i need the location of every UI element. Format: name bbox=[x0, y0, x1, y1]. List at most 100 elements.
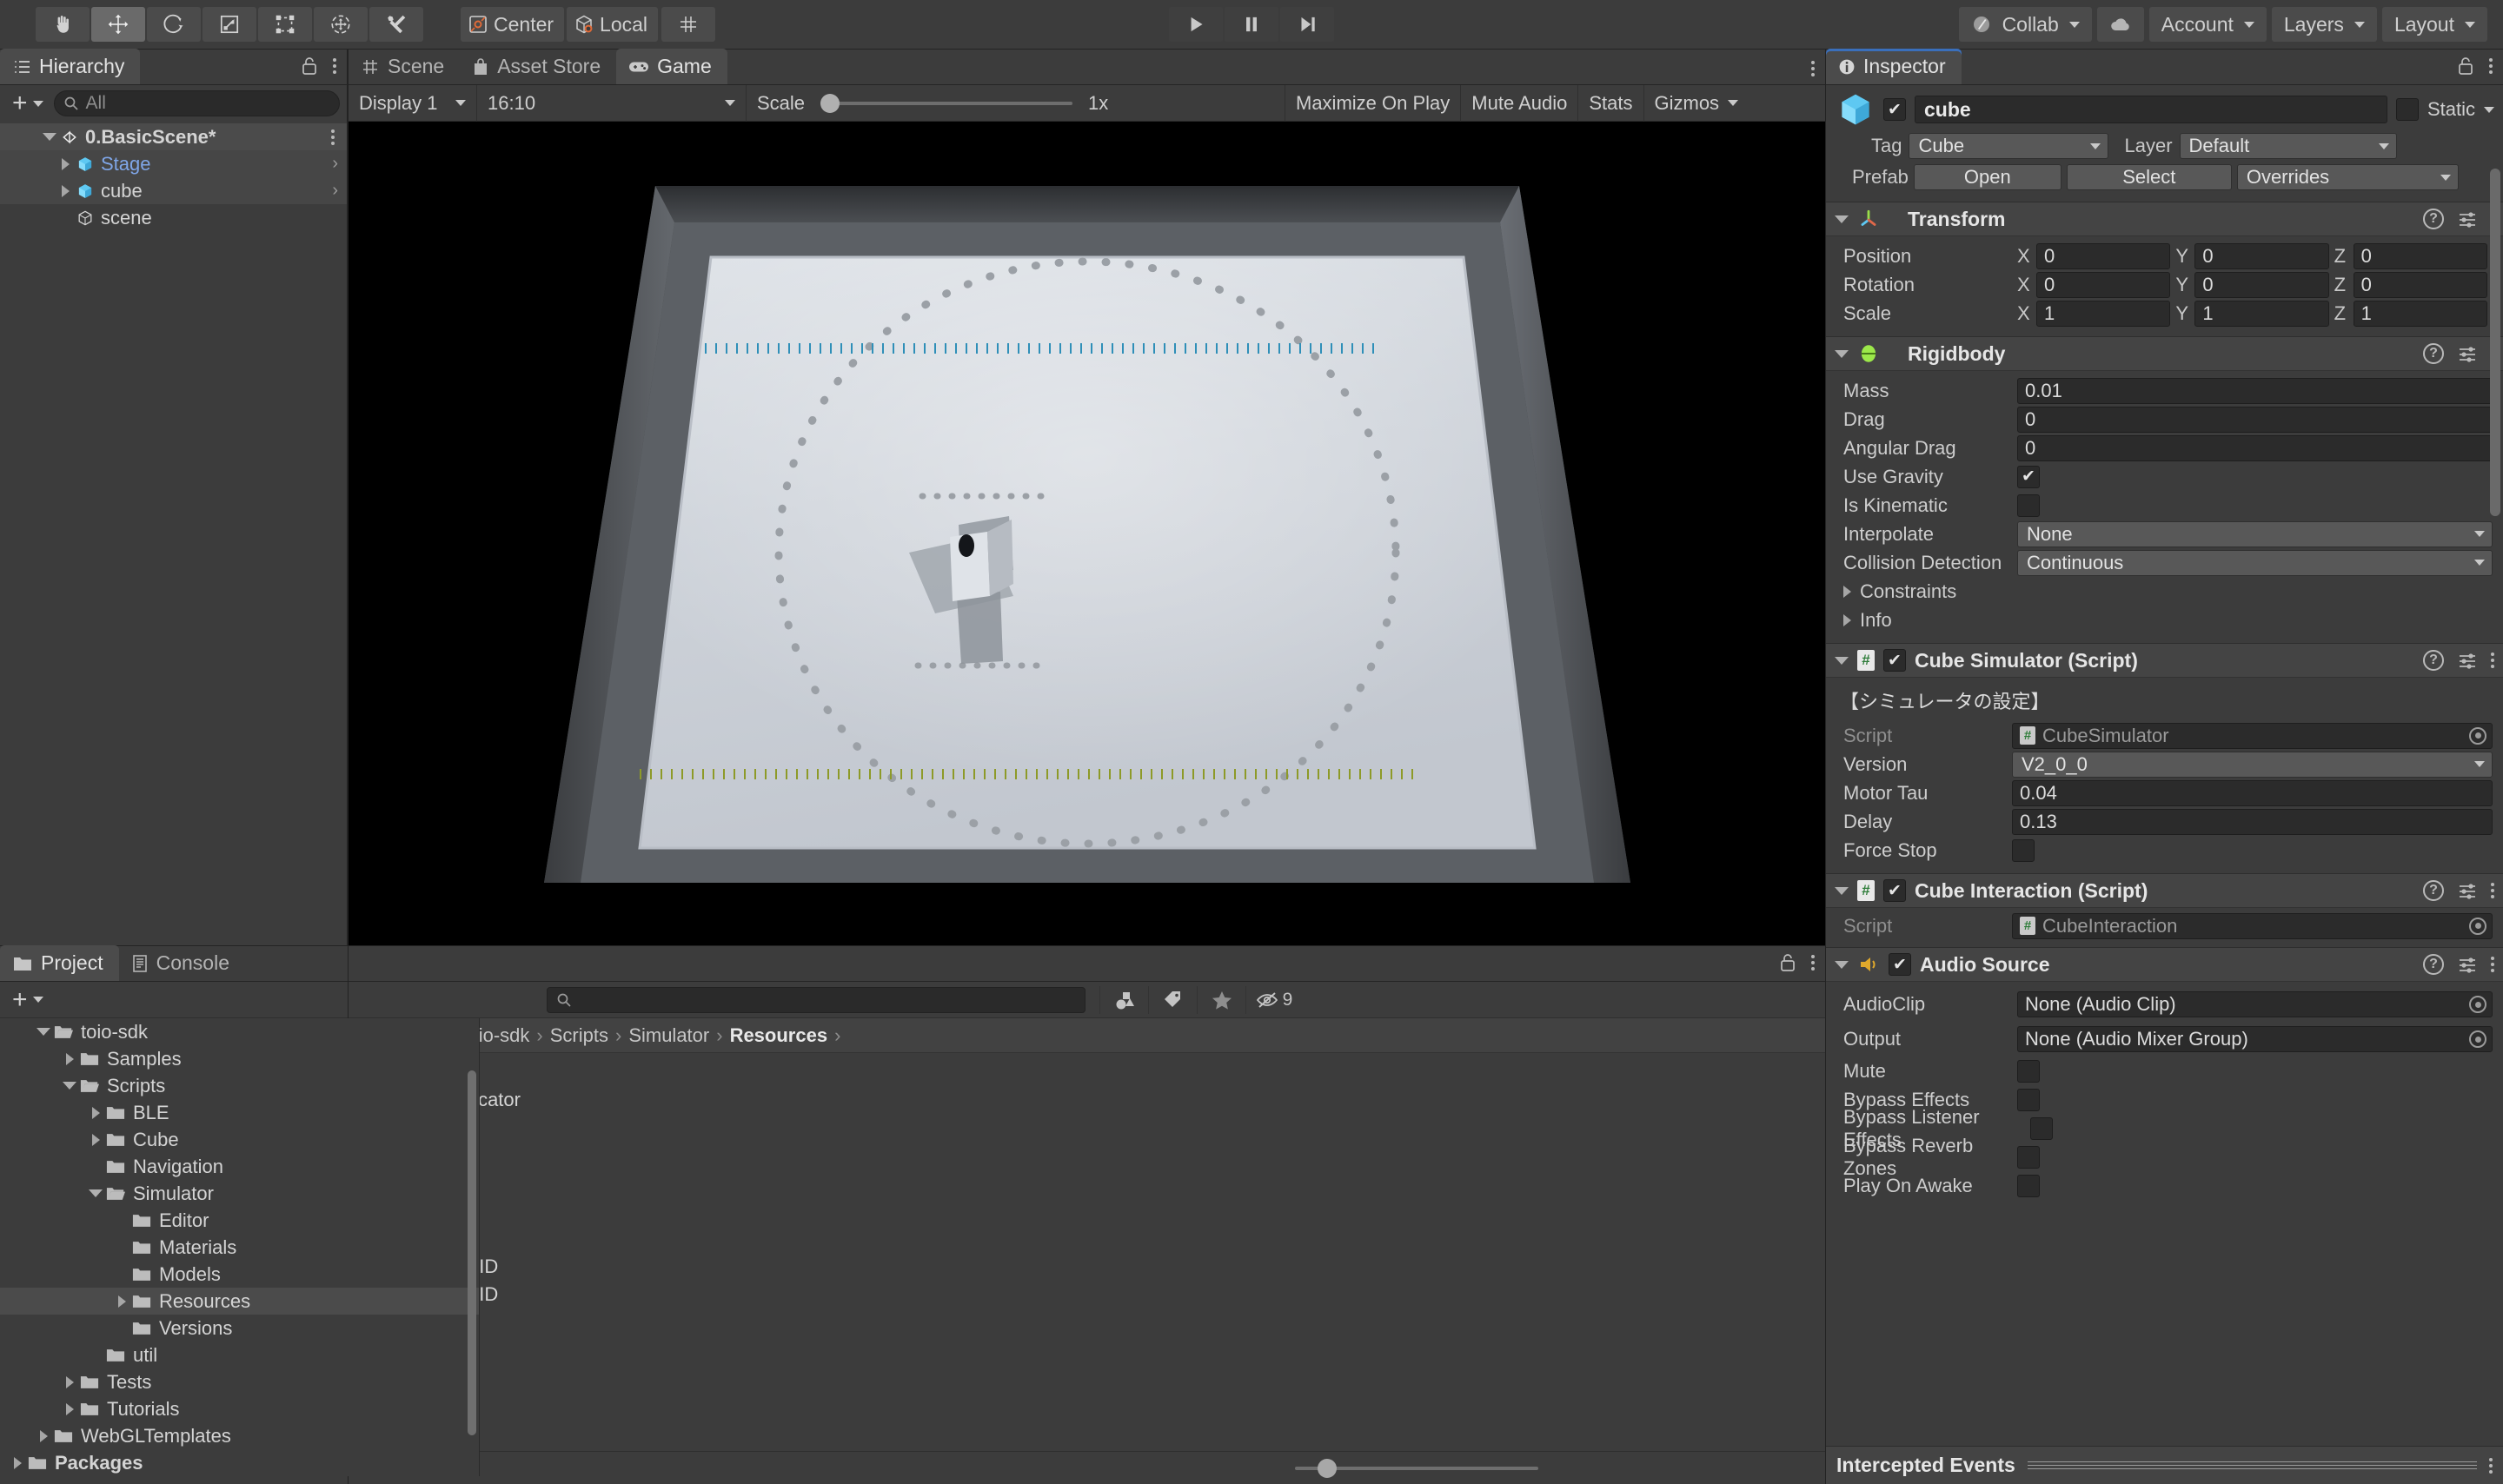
cube-interaction-header[interactable]: # Cube Interaction (Script) ? bbox=[1826, 873, 2503, 908]
collapse-arrow-icon[interactable] bbox=[1835, 215, 1849, 223]
expand-arrow-icon[interactable] bbox=[118, 1295, 126, 1308]
drag-field[interactable]: 0 bbox=[2017, 407, 2493, 433]
pivot-mode-button[interactable]: Center bbox=[461, 7, 564, 42]
scale-slider[interactable] bbox=[820, 102, 1072, 105]
project-menu-icon[interactable] bbox=[1811, 955, 1815, 971]
prefab-select-button[interactable]: Select bbox=[2067, 164, 2232, 190]
script-object-field[interactable]: # CubeSimulator bbox=[2012, 723, 2493, 749]
scale-y-field[interactable]: 1 bbox=[2194, 301, 2328, 327]
project-tree-item[interactable]: Samples bbox=[0, 1045, 479, 1072]
prefab-overrides-dropdown[interactable]: Overrides bbox=[2237, 164, 2459, 190]
scale-x-field[interactable]: 1 bbox=[2036, 301, 2170, 327]
position-x-field[interactable]: 0 bbox=[2036, 243, 2170, 269]
rigidbody-header[interactable]: Rigidbody ? bbox=[1826, 336, 2503, 371]
expand-arrow-icon[interactable] bbox=[1843, 586, 1851, 598]
expand-arrow-icon[interactable] bbox=[66, 1403, 74, 1415]
project-tree-item[interactable]: BLE bbox=[0, 1099, 479, 1126]
asset-item[interactable]: Stage bbox=[349, 1225, 1825, 1253]
expand-arrow-icon[interactable] bbox=[66, 1376, 74, 1388]
asset-item[interactable]: Mat bbox=[349, 1142, 1825, 1169]
tag-dropdown[interactable]: Cube bbox=[1909, 133, 2108, 159]
audioclip-field[interactable]: None (Audio Clip) bbox=[2017, 991, 2493, 1017]
position-y-field[interactable]: 0 bbox=[2194, 243, 2328, 269]
rect-tool-button[interactable] bbox=[258, 7, 312, 42]
project-tree-scrollbar[interactable] bbox=[468, 1025, 476, 1469]
position-z-field[interactable]: 0 bbox=[2354, 243, 2487, 269]
asset-item[interactable]: Octave bbox=[349, 1197, 1825, 1225]
scene-menu-icon[interactable] bbox=[331, 129, 335, 145]
audio-source-header[interactable]: Audio Source ? bbox=[1826, 947, 2503, 982]
hierarchy-search-input[interactable]: All bbox=[54, 90, 340, 116]
collapse-arrow-icon[interactable] bbox=[1835, 350, 1849, 358]
tab-hierarchy[interactable]: Hierarchy bbox=[0, 49, 140, 84]
play-on-awake-checkbox[interactable] bbox=[2017, 1175, 2040, 1197]
project-tree-item[interactable]: Tutorials bbox=[0, 1395, 479, 1422]
project-tree-item[interactable]: WebGLTemplates bbox=[0, 1422, 479, 1449]
expand-arrow-icon[interactable] bbox=[54, 185, 76, 197]
cube-interaction-enabled-checkbox[interactable] bbox=[1883, 879, 1906, 902]
project-tree-item[interactable]: Cube bbox=[0, 1126, 479, 1153]
preset-icon[interactable] bbox=[2456, 955, 2479, 974]
favorite-filter-button[interactable] bbox=[1197, 986, 1245, 1014]
preset-icon[interactable] bbox=[2456, 651, 2479, 670]
rotation-x-field[interactable]: 0 bbox=[2036, 272, 2170, 298]
aspect-dropdown[interactable]: 16:10 bbox=[477, 85, 747, 122]
tab-project[interactable]: Project bbox=[0, 945, 119, 981]
breadcrumb-item[interactable]: Resources bbox=[730, 1024, 828, 1047]
game-view-render[interactable] bbox=[349, 122, 1825, 945]
maximize-on-play-toggle[interactable]: Maximize On Play bbox=[1285, 85, 1461, 122]
chevron-right-icon[interactable]: › bbox=[332, 181, 338, 201]
chevron-down-icon[interactable] bbox=[2484, 107, 2494, 113]
bypass-reverb-checkbox[interactable] bbox=[2017, 1146, 2040, 1169]
preset-icon[interactable] bbox=[2456, 881, 2479, 900]
preset-icon[interactable] bbox=[2456, 344, 2479, 363]
play-button[interactable] bbox=[1169, 7, 1223, 42]
hierarchy-item-scene[interactable]: scene bbox=[0, 204, 347, 231]
label-filter-button[interactable] bbox=[1148, 986, 1197, 1014]
preset-icon[interactable] bbox=[2456, 209, 2479, 229]
step-button[interactable] bbox=[1280, 7, 1334, 42]
project-tree-item[interactable]: Editor bbox=[0, 1207, 479, 1234]
script-object-field[interactable]: # CubeInteraction bbox=[2012, 913, 2493, 939]
hierarchy-item-stage[interactable]: Stage › bbox=[0, 150, 347, 177]
hierarchy-menu-icon[interactable] bbox=[333, 58, 336, 74]
collab-button[interactable]: Collab bbox=[1959, 7, 2092, 42]
expand-arrow-icon[interactable] bbox=[63, 1082, 76, 1090]
prefab-open-button[interactable]: Open bbox=[1914, 164, 2061, 190]
expand-arrow-icon[interactable] bbox=[38, 133, 61, 141]
asset-item[interactable]: CubeIndicator bbox=[349, 1086, 1825, 1114]
asset-item[interactable]: Mat bbox=[349, 1169, 1825, 1197]
expand-arrow-icon[interactable] bbox=[66, 1053, 74, 1065]
mass-field[interactable]: 0.01 bbox=[2017, 378, 2493, 404]
grid-snap-button[interactable] bbox=[661, 7, 715, 42]
lock-icon[interactable] bbox=[2456, 56, 2475, 76]
mute-audio-toggle[interactable]: Mute Audio bbox=[1461, 85, 1578, 122]
stats-toggle[interactable]: Stats bbox=[1578, 85, 1643, 122]
pause-button[interactable] bbox=[1225, 7, 1278, 42]
bypass-listener-checkbox[interactable] bbox=[2030, 1117, 2053, 1140]
force-stop-checkbox[interactable] bbox=[2012, 839, 2035, 862]
gizmos-dropdown[interactable]: Gizmos bbox=[1644, 85, 1749, 122]
hidden-packages-button[interactable]: 9 bbox=[1245, 986, 1301, 1014]
rotate-tool-button[interactable] bbox=[147, 7, 201, 42]
expand-arrow-icon[interactable] bbox=[54, 158, 76, 170]
collapse-arrow-icon[interactable] bbox=[1835, 887, 1849, 895]
tab-game[interactable]: Game bbox=[616, 49, 727, 84]
transform-header[interactable]: Transform ? bbox=[1826, 202, 2503, 236]
project-tree-item[interactable]: Versions bbox=[0, 1315, 479, 1342]
tab-asset-store[interactable]: Asset Store bbox=[460, 49, 616, 84]
asset-type-filter-button[interactable] bbox=[1099, 986, 1148, 1014]
project-tree-item[interactable]: Materials bbox=[0, 1234, 479, 1261]
tab-inspector[interactable]: Inspector bbox=[1826, 49, 1962, 84]
display-dropdown[interactable]: Display 1 bbox=[349, 85, 477, 122]
asset-zoom-slider[interactable] bbox=[1295, 1467, 1538, 1470]
is-kinematic-checkbox[interactable] bbox=[2017, 494, 2040, 517]
object-picker-icon[interactable] bbox=[2469, 918, 2486, 935]
asset-item[interactable]: Cube bbox=[349, 1058, 1825, 1086]
rotation-z-field[interactable]: 0 bbox=[2354, 272, 2487, 298]
asset-item[interactable]: StandardID bbox=[349, 1253, 1825, 1281]
layers-button[interactable]: Layers bbox=[2272, 7, 2377, 42]
help-icon[interactable]: ? bbox=[2423, 209, 2444, 229]
project-search-input[interactable] bbox=[547, 987, 1086, 1013]
collapse-arrow-icon[interactable] bbox=[1835, 657, 1849, 665]
